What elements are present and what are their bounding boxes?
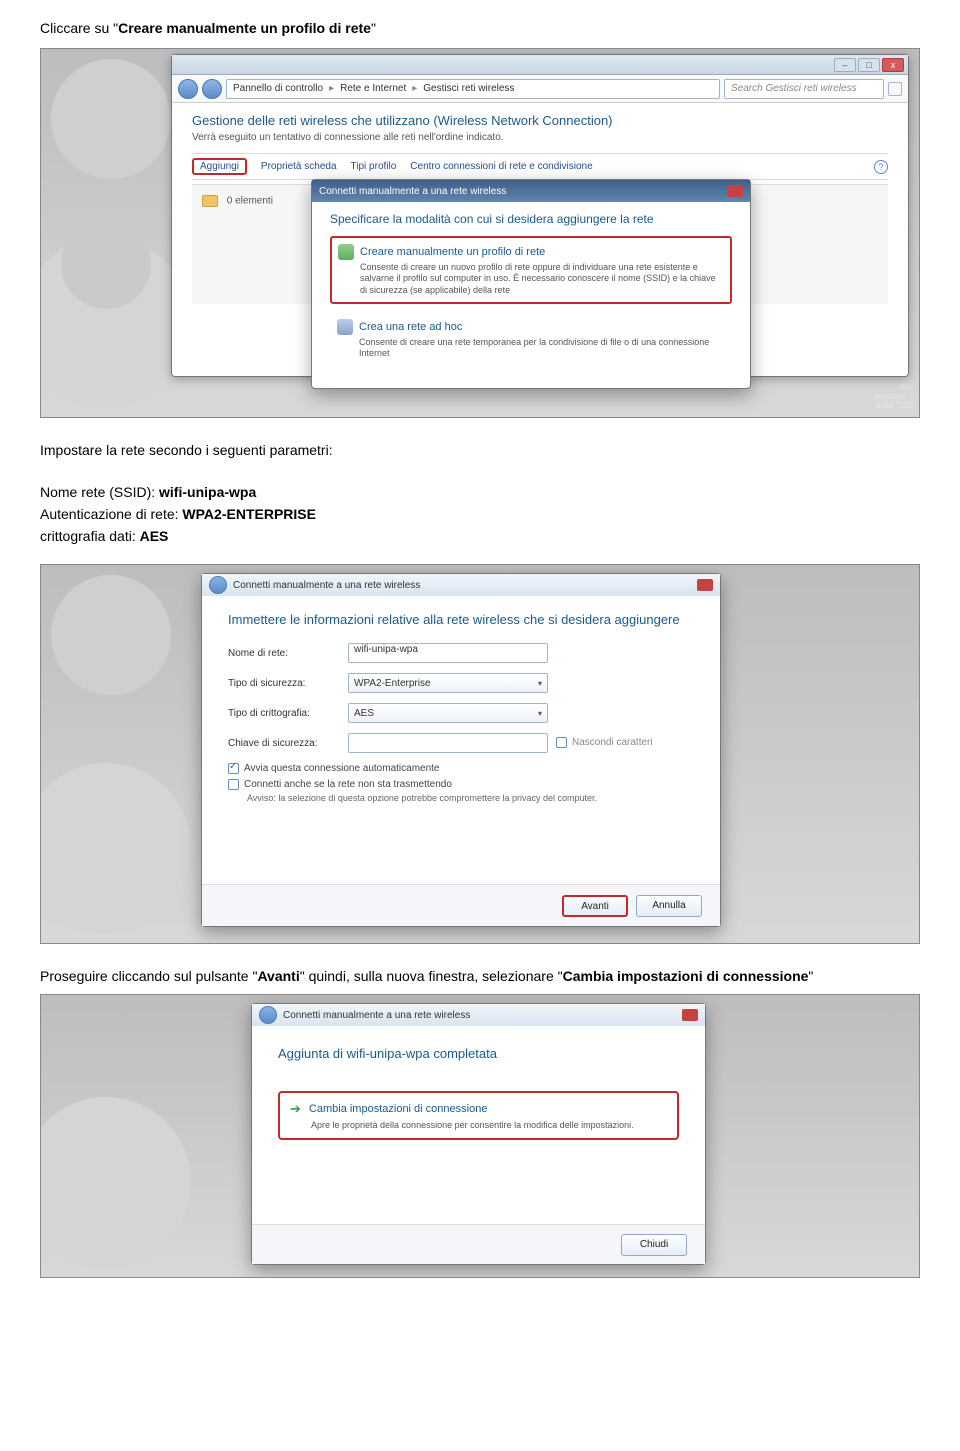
- dialog-network-info: Connetti manualmente a una rete wireless…: [201, 573, 721, 927]
- instr-line1: Nome rete (SSID): wifi-unipa-wpa: [40, 484, 920, 500]
- toolbar-proprieta[interactable]: Proprietà scheda: [261, 161, 337, 172]
- label-encryption: Tipo di crittografia:: [228, 708, 348, 719]
- option-create-profile[interactable]: Creare manualmente un profilo di rete Co…: [330, 236, 732, 304]
- close-button[interactable]: Chiudi: [621, 1234, 687, 1256]
- dialog-footer: Avanti Annulla: [202, 884, 720, 926]
- dialog-add-network: Connetti manualmente a una rete wireless…: [311, 179, 751, 389]
- minimize-button[interactable]: –: [834, 58, 856, 72]
- intro-suffix: ": [371, 20, 376, 36]
- intro-bold: Creare manualmente un profilo di rete: [118, 20, 371, 36]
- close-icon[interactable]: [727, 185, 743, 197]
- adhoc-icon: [337, 319, 353, 335]
- folder-icon: [202, 195, 218, 207]
- option-description: Apre le proprietà della connessione per …: [290, 1120, 667, 1130]
- windows-watermark: tino Windows 7 Build 7100: [843, 382, 913, 411]
- dropdown-security-type[interactable]: WPA2-Enterprise▾: [348, 673, 548, 693]
- checkbox-auto-connect[interactable]: Avvia questa connessione automaticamente: [228, 763, 694, 774]
- close-button[interactable]: x: [882, 58, 904, 72]
- breadcrumb-item[interactable]: Rete e Internet: [340, 83, 406, 94]
- checkbox-connect-hidden[interactable]: Connetti anche se la rete non sta trasme…: [228, 779, 694, 790]
- dialog-footer: Chiudi: [252, 1224, 705, 1264]
- warning-text: Avviso: la selezione di questa opzione p…: [247, 793, 694, 803]
- instr-line2: Autenticazione di rete: WPA2-ENTERPRISE: [40, 506, 920, 522]
- address-bar: Pannello di controllo▸ Rete e Internet▸ …: [172, 75, 908, 103]
- label-security-type: Tipo di sicurezza:: [228, 678, 348, 689]
- dialog-titlebar: Connetti manualmente a una rete wireless: [252, 1004, 705, 1026]
- option-title: Creare manualmente un profilo di rete: [360, 246, 545, 258]
- label-network-name: Nome di rete:: [228, 648, 348, 659]
- instr-lead: Impostare la rete secondo i seguenti par…: [40, 442, 920, 458]
- back-button[interactable]: [178, 79, 198, 99]
- checkbox-hide-chars[interactable]: Nascondi caratteri: [556, 737, 653, 748]
- window-heading: Gestione delle reti wireless che utilizz…: [192, 113, 888, 128]
- toolbar: Aggiungi Proprietà scheda Tipi profilo C…: [192, 153, 888, 180]
- close-icon[interactable]: [697, 579, 713, 591]
- forward-button[interactable]: [202, 79, 222, 99]
- row-security-key: Chiave di sicurezza: Nascondi caratteri: [228, 733, 694, 753]
- chevron-down-icon: ▾: [538, 709, 542, 718]
- search-icon[interactable]: [888, 82, 902, 96]
- row-security-type: Tipo di sicurezza: WPA2-Enterprise▾: [228, 673, 694, 693]
- screenshot-enter-info: Connetti manualmente a una rete wireless…: [40, 564, 920, 944]
- maximize-button[interactable]: □: [858, 58, 880, 72]
- back-button[interactable]: [259, 1006, 277, 1024]
- dialog-titlebar: Connetti manualmente a una rete wireless: [202, 574, 720, 596]
- checkbox-icon: [228, 779, 239, 790]
- label-security-key: Chiave di sicurezza:: [228, 738, 348, 749]
- dialog-added: Connetti manualmente a una rete wireless…: [251, 1003, 706, 1265]
- window-titlebar: – □ x: [172, 55, 908, 75]
- instr-line3: crittografia dati: AES: [40, 528, 920, 544]
- toolbar-tipi[interactable]: Tipi profilo: [351, 161, 397, 172]
- next-button[interactable]: Avanti: [562, 895, 628, 917]
- row-network-name: Nome di rete: wifi-unipa-wpa: [228, 643, 694, 663]
- screenshot-manage-wireless: – □ x Pannello di controllo▸ Rete e Inte…: [40, 48, 920, 418]
- dialog-title-text: Connetti manualmente a una rete wireless: [233, 580, 420, 591]
- item-count: 0 elementi: [227, 196, 273, 207]
- intro-text: Cliccare su "Creare manualmente un profi…: [40, 20, 920, 36]
- input-network-name[interactable]: wifi-unipa-wpa: [348, 643, 548, 663]
- intro-prefix: Cliccare su ": [40, 20, 118, 36]
- toolbar-aggiungi[interactable]: Aggiungi: [192, 158, 247, 175]
- toolbar-centro[interactable]: Centro connessioni di rete e condivision…: [410, 161, 592, 172]
- option-title: Cambia impostazioni di connessione: [309, 1103, 488, 1115]
- back-button[interactable]: [209, 576, 227, 594]
- dialog-title-text: Connetti manualmente a una rete wireless: [283, 1010, 470, 1021]
- close-icon[interactable]: [682, 1009, 698, 1021]
- dialog-title-text: Connetti manualmente a una rete wireless: [319, 186, 506, 197]
- dialog-heading: Immettere le informazioni relative alla …: [228, 612, 694, 627]
- help-icon[interactable]: ?: [874, 160, 888, 174]
- network-profile-icon: [338, 244, 354, 260]
- row-encryption: Tipo di crittografia: AES▾: [228, 703, 694, 723]
- option-title: Crea una rete ad hoc: [359, 321, 462, 333]
- input-security-key[interactable]: [348, 733, 548, 753]
- window-subtext: Verrà eseguito un tentativo di connessio…: [192, 132, 888, 143]
- checkbox-icon: [228, 763, 239, 774]
- breadcrumb-item[interactable]: Gestisci reti wireless: [423, 83, 514, 94]
- chevron-down-icon: ▾: [538, 679, 542, 688]
- instr-paragraph: Proseguire cliccando sul pulsante "Avant…: [40, 968, 920, 984]
- option-adhoc[interactable]: Crea una rete ad hoc Consente di creare …: [330, 312, 732, 367]
- screenshot-added-complete: Connetti manualmente a una rete wireless…: [40, 994, 920, 1278]
- dialog-heading: Specificare la modalità con cui si desid…: [330, 212, 732, 226]
- dialog-heading: Aggiunta di wifi-unipa-wpa completata: [278, 1046, 679, 1061]
- option-description: Consente di creare una rete temporanea p…: [337, 337, 725, 360]
- breadcrumb[interactable]: Pannello di controllo▸ Rete e Internet▸ …: [226, 79, 720, 99]
- dropdown-encryption[interactable]: AES▾: [348, 703, 548, 723]
- cancel-button[interactable]: Annulla: [636, 895, 702, 917]
- search-input[interactable]: Search Gestisci reti wireless: [724, 79, 884, 99]
- dialog-titlebar: Connetti manualmente a una rete wireless: [312, 180, 750, 202]
- arrow-icon: ➔: [290, 1101, 301, 1117]
- option-change-settings[interactable]: ➔ Cambia impostazioni di connessione Apr…: [278, 1091, 679, 1140]
- breadcrumb-item[interactable]: Pannello di controllo: [233, 83, 323, 94]
- option-description: Consente di creare un nuovo profilo di r…: [338, 262, 724, 296]
